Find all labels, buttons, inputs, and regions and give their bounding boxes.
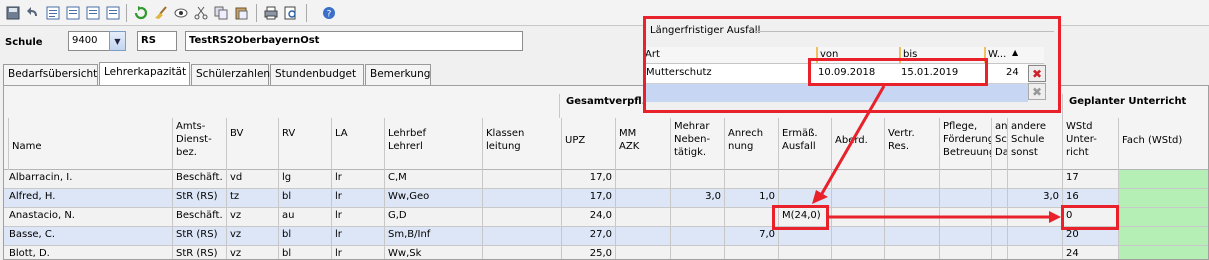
arrow-to-ermaessigung <box>818 85 886 198</box>
arrowhead-icon <box>812 190 828 204</box>
annotation-arrows <box>812 85 1061 223</box>
arrowhead-icon <box>1049 211 1061 223</box>
